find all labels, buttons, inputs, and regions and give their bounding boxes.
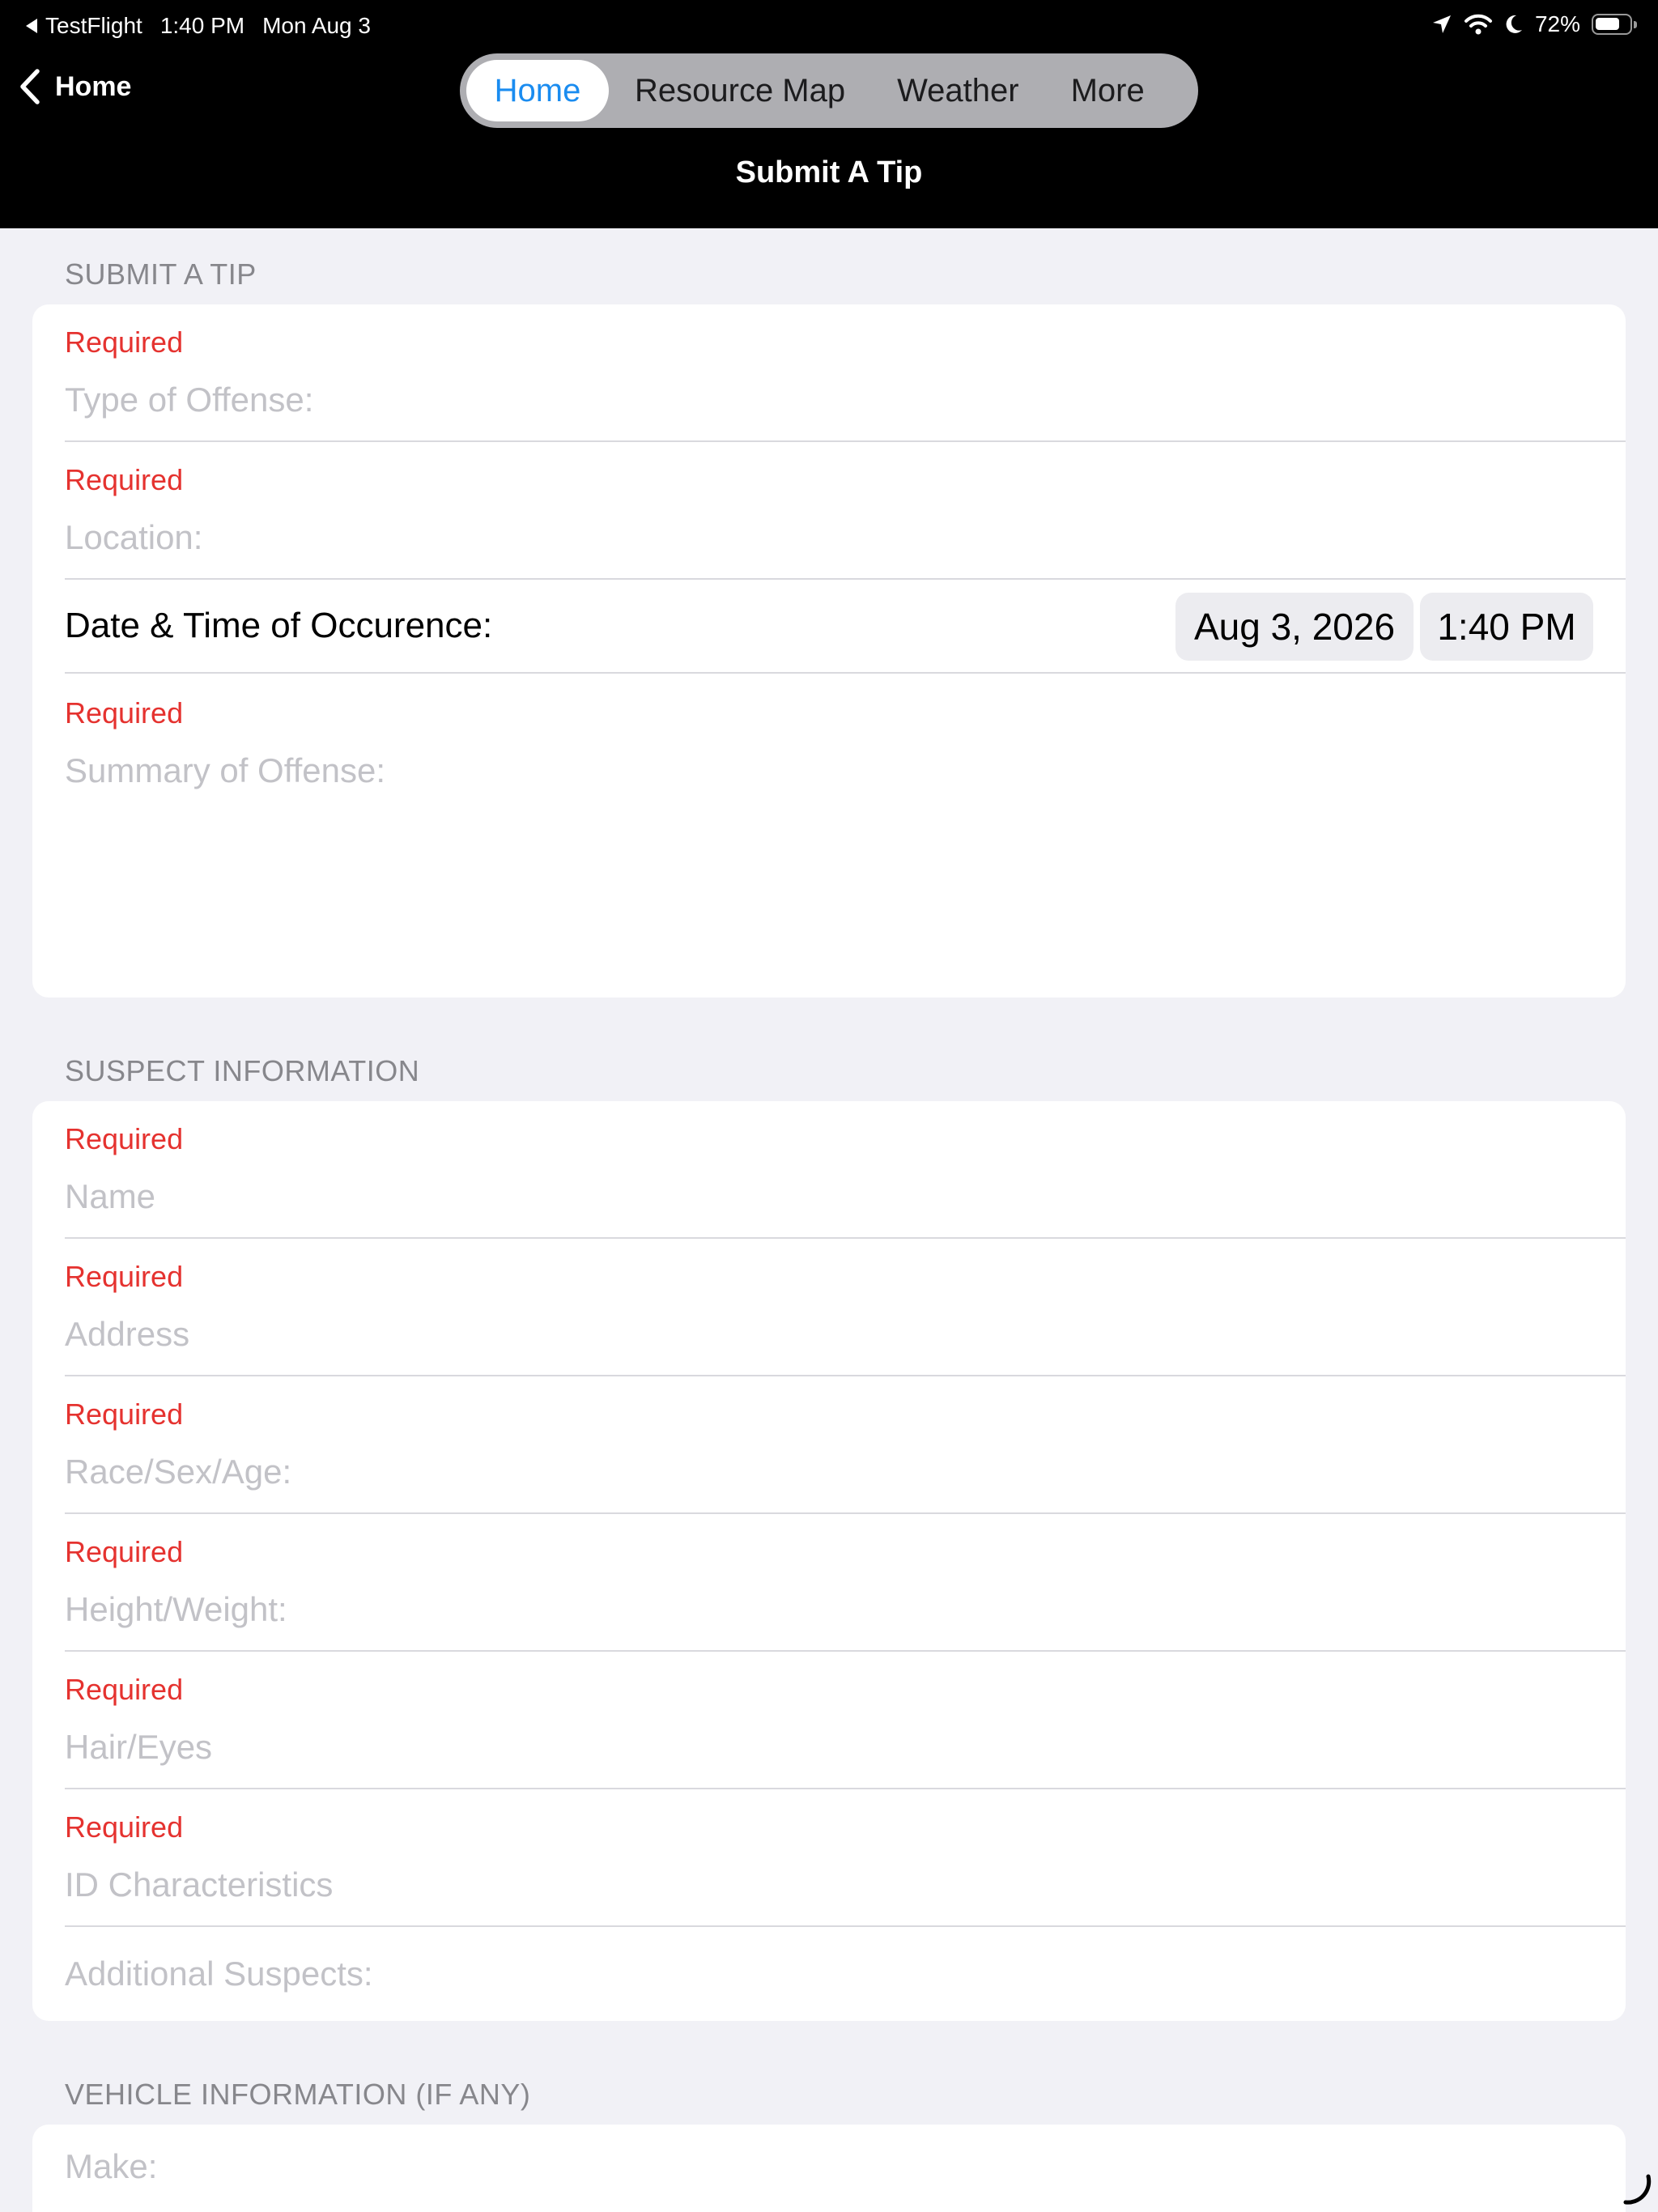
summary-of-offense-placeholder: Summary of Offense:: [65, 751, 386, 789]
section-header-suspect: SUSPECT INFORMATION: [65, 1054, 420, 1087]
segment-resource-map[interactable]: Resource Map: [609, 60, 871, 121]
chevron-left-icon: [20, 69, 40, 104]
required-label: Required: [65, 1535, 184, 1568]
section-header-tip: SUBMIT A TIP: [65, 257, 257, 291]
activity-indicator-icon: [1623, 2174, 1652, 2205]
screen: TestFlight 1:40 PM Mon Aug 3 72% Home Ho…: [0, 0, 1658, 2212]
race-sex-age-field[interactable]: Required Race/Sex/Age:: [32, 1376, 1626, 1514]
location-field[interactable]: Required Location:: [32, 442, 1626, 580]
status-right: 72%: [1431, 11, 1637, 37]
status-time: 1:40 PM: [159, 13, 245, 38]
battery-tip: [1634, 21, 1637, 28]
id-characteristics-placeholder: ID Characteristics: [65, 1865, 334, 1904]
additional-suspects-placeholder: Additional Suspects:: [65, 1955, 373, 1993]
suspect-name-field[interactable]: Required Name: [32, 1101, 1626, 1239]
race-sex-age-placeholder: Race/Sex/Age:: [65, 1453, 292, 1491]
date-time-row: Date & Time of Occurence: Aug 3, 2026 1:…: [32, 580, 1626, 674]
make-placeholder: Make:: [65, 2147, 158, 2185]
top-bar: TestFlight 1:40 PM Mon Aug 3 72% Home Ho…: [0, 0, 1658, 228]
suspect-address-field[interactable]: Required Address: [32, 1239, 1626, 1376]
wifi-icon: [1464, 14, 1492, 35]
battery-icon: [1592, 14, 1637, 35]
back-app-label: TestFlight: [45, 13, 142, 38]
segmented-control: Home Resource Map Weather More: [460, 53, 1198, 128]
status-date: Mon Aug 3: [262, 13, 371, 38]
vehicle-make-field[interactable]: Make:: [32, 2125, 1626, 2212]
back-to-app-button[interactable]: TestFlight: [26, 13, 142, 39]
type-of-offense-field[interactable]: Required Type of Offense:: [32, 304, 1626, 442]
required-label: Required: [65, 1810, 184, 1844]
hair-eyes-placeholder: Hair/Eyes: [65, 1728, 213, 1766]
required-label: Required: [65, 463, 184, 496]
nav-back-label: Home: [55, 70, 132, 102]
height-weight-placeholder: Height/Weight:: [65, 1590, 287, 1628]
vehicle-card: Make:: [32, 2125, 1626, 2212]
tip-card: Required Type of Offense: Required Locat…: [32, 304, 1626, 998]
date-picker-button[interactable]: Aug 3, 2026: [1175, 593, 1414, 661]
additional-suspects-field[interactable]: Additional Suspects:: [32, 1927, 1626, 2021]
location-arrow-icon: [1432, 15, 1451, 33]
required-label: Required: [65, 1397, 184, 1431]
required-label: Required: [65, 325, 184, 359]
moon-icon: [1506, 15, 1522, 33]
segment-more[interactable]: More: [1045, 60, 1171, 121]
hair-eyes-field[interactable]: Required Hair/Eyes: [32, 1652, 1626, 1789]
address-placeholder: Address: [65, 1315, 190, 1353]
suspect-card: Required Name Required Address Required …: [32, 1101, 1626, 2021]
type-of-offense-placeholder: Type of Offense:: [65, 381, 314, 419]
date-time-label: Date & Time of Occurence:: [65, 606, 493, 645]
required-label: Required: [65, 696, 184, 730]
status-bar: TestFlight 1:40 PM Mon Aug 3 72%: [0, 0, 1658, 52]
location-placeholder: Location:: [65, 518, 203, 556]
required-label: Required: [65, 1122, 184, 1155]
nav-back-button[interactable]: Home: [18, 68, 131, 105]
status-left: TestFlight 1:40 PM Mon Aug 3: [26, 13, 371, 39]
battery-fill: [1596, 18, 1619, 30]
section-header-vehicle: VEHICLE INFORMATION (IF ANY): [65, 2078, 531, 2111]
required-label: Required: [65, 1260, 184, 1293]
id-characteristics-field[interactable]: Required ID Characteristics: [32, 1789, 1626, 1927]
segment-home[interactable]: Home: [466, 60, 609, 121]
summary-of-offense-field[interactable]: Required Summary of Offense:: [32, 674, 1626, 998]
back-triangle-icon: [26, 19, 37, 33]
nav-title: Submit A Tip: [735, 155, 923, 189]
segment-weather[interactable]: Weather: [871, 60, 1044, 121]
battery-percent: 72%: [1534, 11, 1580, 36]
required-label: Required: [65, 1673, 184, 1706]
name-placeholder: Name: [65, 1177, 156, 1215]
height-weight-field[interactable]: Required Height/Weight:: [32, 1514, 1626, 1652]
time-picker-button[interactable]: 1:40 PM: [1420, 593, 1593, 661]
